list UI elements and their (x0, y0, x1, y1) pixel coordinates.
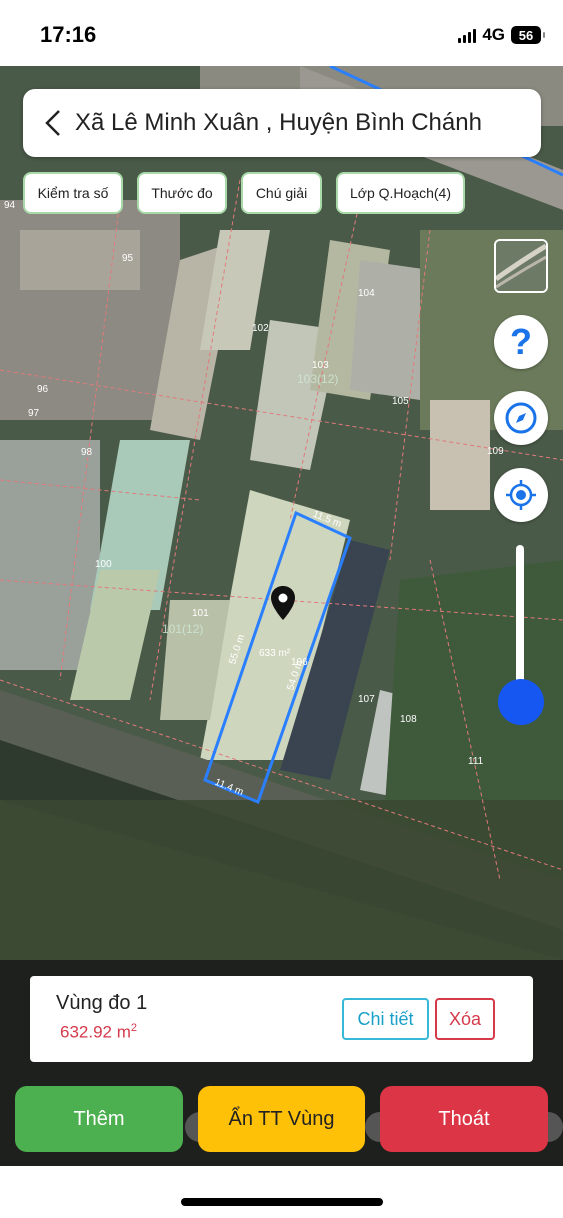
delete-button[interactable]: Xóa (435, 998, 495, 1040)
measure-area-label: 633 m² (259, 648, 291, 659)
status-indicators: 4G 56 (458, 24, 545, 46)
plot-number: 111 (468, 756, 484, 767)
signal-icon (458, 27, 477, 43)
chip-lop-quy-hoach[interactable]: Lớp Q.Hoạch(4) (336, 172, 465, 214)
chip-thuoc-do[interactable]: Thước đo (137, 172, 227, 214)
help-button[interactable]: ? (494, 315, 548, 369)
measure-area-card: Vùng đo 1 632.92 m2 Chi tiết Xóa (30, 976, 533, 1062)
plot-number: 97 (28, 408, 40, 419)
plot-number: 101 (192, 608, 209, 619)
chip-kiem-tra-so[interactable]: Kiểm tra số (23, 172, 123, 214)
map-layer-toggle[interactable] (494, 239, 548, 293)
compass-icon (505, 402, 537, 434)
status-time: 17:16 (40, 22, 97, 47)
add-button[interactable]: Thêm (15, 1086, 183, 1152)
area-value: 632.92 m2 (60, 1022, 138, 1042)
locate-me-button[interactable] (494, 468, 548, 522)
plot-number: 107 (358, 694, 375, 705)
back-chevron-icon[interactable] (31, 89, 75, 157)
plot-number: 103 (312, 360, 329, 371)
battery-icon: 56 (511, 26, 545, 44)
plot-number: 104 (358, 288, 375, 299)
hide-area-info-button[interactable]: Ẩn TT Vùng (198, 1086, 365, 1152)
plot-number: 100 (95, 559, 112, 570)
map-roof-8 (430, 400, 490, 510)
battery-level: 56 (518, 27, 534, 43)
area-name: Vùng đo 1 (56, 992, 148, 1014)
plot-number: 95 (122, 253, 134, 264)
plot-number: 109 (487, 446, 504, 457)
plot-number: 105 (392, 396, 409, 407)
address-title: Xã Lê Minh Xuân , Huyện Bình Chánh (75, 109, 482, 136)
plot-number: 98 (81, 447, 93, 458)
zoom-slider-thumb[interactable] (498, 679, 544, 725)
plot-number: 102 (252, 323, 269, 334)
home-indicator[interactable] (181, 1198, 383, 1206)
chip-chu-giai[interactable]: Chú giải (241, 172, 322, 214)
address-bar: Xã Lê Minh Xuân , Huyện Bình Chánh (23, 89, 541, 157)
location-pin-icon[interactable] (270, 586, 296, 620)
plot-number: 108 (400, 714, 417, 725)
plot-sub-label: 101(12) (162, 622, 204, 636)
plot-number: 94 (4, 200, 16, 211)
network-type: 4G (482, 25, 505, 44)
status-bar: 17:16 4G 56 (0, 0, 563, 66)
plot-sub-label: 103(12) (297, 372, 339, 386)
crosshair-icon (506, 480, 536, 510)
exit-button[interactable]: Thoát (380, 1086, 548, 1152)
map-trees-south (0, 800, 563, 960)
plot-number: 96 (37, 384, 49, 395)
compass-button[interactable] (494, 391, 548, 445)
satellite-layer-icon (496, 241, 546, 291)
detail-button[interactable]: Chi tiết (342, 998, 429, 1040)
question-icon: ? (510, 321, 532, 362)
